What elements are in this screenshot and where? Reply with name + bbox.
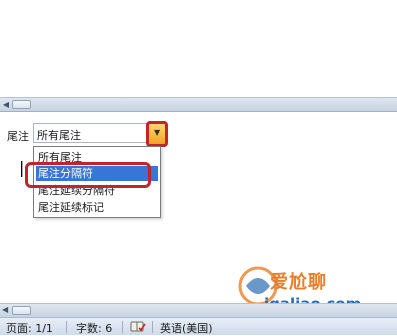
dropdown-item-continuation-notice[interactable]: 尾注延续标记 — [36, 200, 158, 215]
scrollbar-thumb[interactable] — [12, 100, 31, 109]
footnote-type-label: 尾注 — [7, 130, 29, 143]
document-glyph: | — [19, 158, 25, 177]
status-language[interactable]: 英语(美国) — [160, 320, 213, 336]
scroll-left-icon[interactable]: ◀ — [2, 100, 10, 109]
horizontal-scrollbar[interactable]: ◀ — [0, 97, 397, 112]
status-page[interactable]: 页面: 1/1 — [6, 320, 53, 336]
status-word-count[interactable]: 字数: 6 — [76, 320, 112, 336]
status-divider — [66, 321, 67, 333]
scroll-left-icon[interactable]: ◀ — [2, 305, 8, 314]
watermark-title: 爱尬聊 — [270, 272, 327, 293]
highlight-annotation — [25, 162, 151, 188]
status-divider — [152, 321, 153, 333]
chevron-down-icon: ▼ — [154, 128, 161, 137]
scrollbar-thumb[interactable] — [12, 306, 31, 315]
status-divider — [122, 321, 123, 333]
bottom-horizontal-scrollbar[interactable]: ◀ — [0, 303, 397, 317]
dropdown-button[interactable]: ▼ — [146, 121, 168, 147]
book-check-icon[interactable] — [130, 320, 146, 333]
combobox-value: 所有尾注 — [37, 129, 81, 142]
status-bar: 页面: 1/1 字数: 6 英语(美国) — [0, 317, 397, 335]
